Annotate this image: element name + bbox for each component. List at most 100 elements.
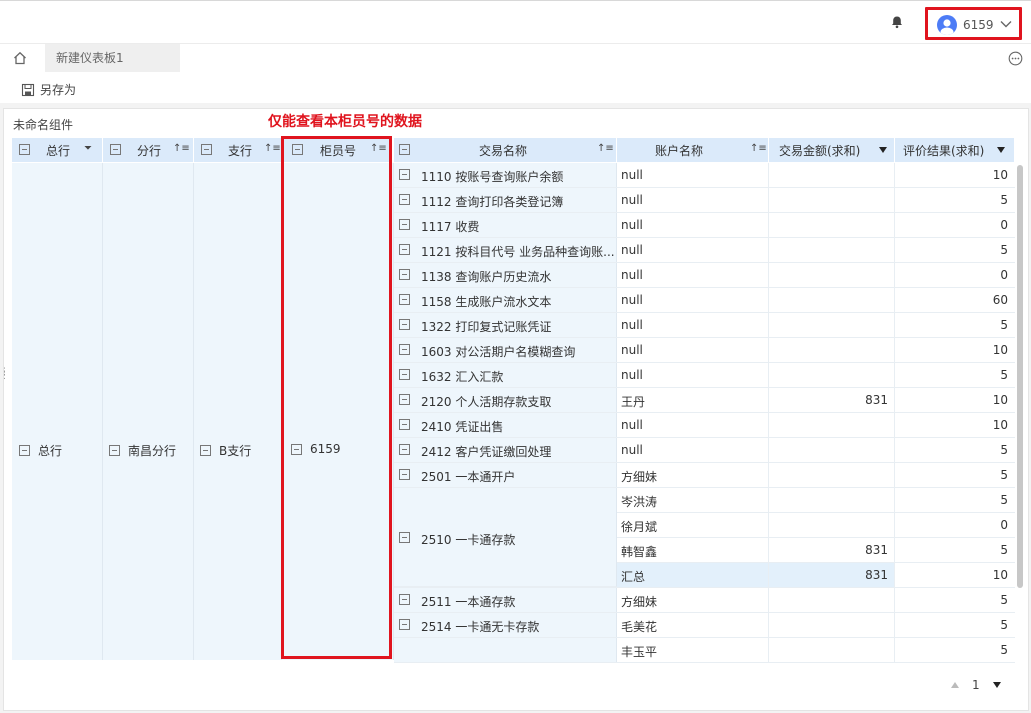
sort-icon[interactable]: ↑≡ (264, 143, 281, 154)
cell-amount[interactable] (769, 213, 895, 237)
cell-rating[interactable]: 10 (895, 413, 1015, 437)
table-row[interactable]: 1110 按账号查询账户余额 null 10 (394, 163, 1015, 188)
cell-rating[interactable]: 5 (895, 488, 1015, 512)
cell-rating[interactable]: 0 (895, 263, 1015, 287)
cell-rating[interactable]: 5 (895, 313, 1015, 337)
cell-transaction[interactable]: 2120 个人活期存款支取 (394, 388, 617, 412)
cell-account[interactable]: null (617, 438, 769, 462)
cell-rating[interactable]: 60 (895, 288, 1015, 312)
collapse-icon[interactable] (399, 294, 410, 305)
cell-transaction[interactable]: 2410 凭证出售 (394, 413, 617, 437)
cell-account[interactable]: null (617, 413, 769, 437)
tab-dashboard[interactable]: 新建仪表板1 (45, 44, 180, 72)
collapse-icon[interactable] (399, 244, 410, 255)
collapse-icon[interactable] (399, 319, 410, 330)
cell-rating[interactable]: 5 (895, 238, 1015, 262)
scrollbar-thumb[interactable] (1017, 165, 1023, 588)
cell-account[interactable]: 汇总 (617, 563, 769, 587)
cell-account[interactable]: null (617, 288, 769, 312)
drag-handle[interactable]: ⋮⋮ (0, 368, 9, 384)
header-transaction-name[interactable]: 交易名称 ↑≡ (394, 138, 617, 162)
table-row[interactable]: 丰玉平 5 (394, 638, 1015, 663)
header-account-name[interactable]: 账户名称 ↑≡ (617, 138, 769, 162)
cell-amount[interactable] (769, 638, 895, 662)
table-row[interactable]: 2514 一卡通无卡存款 毛美花 5 (394, 613, 1015, 638)
cell-amount[interactable] (769, 463, 895, 487)
table-row[interactable]: 2412 客户凭证缴回处理 null 5 (394, 438, 1015, 463)
table-row[interactable]: 2501 一本通开户 方细妹 5 (394, 463, 1015, 488)
table-row[interactable]: 1138 查询账户历史流水 null 0 (394, 263, 1015, 288)
cell-rating[interactable]: 5 (895, 538, 1015, 562)
cell-amount[interactable] (769, 588, 895, 612)
collapse-icon[interactable] (201, 144, 212, 155)
cell-account[interactable]: null (617, 188, 769, 212)
cell-amount[interactable] (769, 613, 895, 637)
cell-amount[interactable] (769, 313, 895, 337)
cell-amount[interactable] (769, 263, 895, 287)
cell-rating[interactable]: 10 (895, 163, 1015, 187)
sort-icon[interactable]: ↑≡ (173, 143, 190, 154)
collapse-icon[interactable] (109, 445, 120, 456)
cell-amount[interactable]: 831 (769, 538, 895, 562)
cell-rating[interactable]: 5 (895, 463, 1015, 487)
cell-transaction[interactable]: 1322 打印复式记账凭证 (394, 313, 617, 337)
cell-transaction[interactable]: 1121 按科目代号 业务品种查询账... (394, 238, 617, 262)
cell-transaction[interactable]: 2501 一本通开户 (394, 463, 617, 487)
cell-transaction[interactable]: 1110 按账号查询账户余额 (394, 163, 617, 187)
home-icon[interactable] (12, 50, 28, 66)
cell-transaction[interactable]: 1112 查询打印各类登记簿 (394, 188, 617, 212)
collapse-icon[interactable] (110, 144, 121, 155)
cell-amount[interactable]: 831 (769, 563, 895, 587)
more-icon[interactable] (1008, 51, 1023, 66)
table-row[interactable]: 1117 收费 null 0 (394, 213, 1015, 238)
cell-branch[interactable]: 南昌分行 (109, 442, 176, 459)
cell-transaction[interactable]: 1632 汇入汇款 (394, 363, 617, 387)
cell-amount[interactable] (769, 188, 895, 212)
dropdown-icon[interactable] (997, 147, 1005, 153)
user-menu[interactable]: 6159 (925, 7, 1022, 40)
cell-sub-branch[interactable]: B支行 (200, 442, 251, 459)
cell-rating[interactable]: 5 (895, 188, 1015, 212)
cell-transaction[interactable]: 2412 客户凭证缴回处理 (394, 438, 617, 462)
cell-amount[interactable] (769, 238, 895, 262)
collapse-icon[interactable] (399, 444, 410, 455)
collapse-icon[interactable] (399, 369, 410, 380)
cell-account[interactable]: 丰玉平 (617, 638, 769, 662)
collapse-icon[interactable] (399, 144, 410, 155)
cell-amount[interactable] (769, 163, 895, 187)
cell-transaction[interactable]: 1138 查询账户历史流水 (394, 263, 617, 287)
cell-rating[interactable]: 0 (895, 513, 1015, 537)
table-row[interactable]: 1158 生成账户流水文本 null 60 (394, 288, 1015, 313)
cell-account[interactable]: 王丹 (617, 388, 769, 412)
header-sub-branch[interactable]: 支行 ↑≡ (194, 138, 282, 162)
cell-amount[interactable] (769, 513, 895, 537)
cell-account[interactable]: 徐月斌 (617, 513, 769, 537)
cell-rating[interactable]: 5 (895, 363, 1015, 387)
sort-icon[interactable]: ↑≡ (597, 143, 614, 154)
collapse-icon[interactable] (399, 269, 410, 280)
cell-amount[interactable]: 831 (769, 388, 895, 412)
cell-rating[interactable]: 10 (895, 338, 1015, 362)
cell-head-office[interactable]: 总行 (19, 442, 62, 459)
collapse-icon[interactable] (399, 469, 410, 480)
cell-account[interactable]: 方细妹 (617, 463, 769, 487)
cell-account[interactable]: 毛美花 (617, 613, 769, 637)
page-down-icon[interactable] (992, 681, 1002, 689)
cell-amount[interactable] (769, 288, 895, 312)
cell-account[interactable]: 方细妹 (617, 588, 769, 612)
cell-rating[interactable]: 5 (895, 438, 1015, 462)
cell-transaction[interactable]: 1117 收费 (394, 213, 617, 237)
collapse-icon[interactable] (399, 344, 410, 355)
cell-transaction[interactable]: 2514 一卡通无卡存款 (394, 613, 617, 637)
cell-amount[interactable] (769, 363, 895, 387)
cell-account[interactable]: null (617, 238, 769, 262)
cell-rating[interactable]: 10 (895, 388, 1015, 412)
cell-amount[interactable] (769, 438, 895, 462)
cell-rating[interactable]: 5 (895, 588, 1015, 612)
table-row[interactable]: 2120 个人活期存款支取 王丹 831 10 (394, 388, 1015, 413)
header-rating-sum[interactable]: 评价结果(求和) (895, 138, 1015, 162)
table-row[interactable]: 1121 按科目代号 业务品种查询账... null 5 (394, 238, 1015, 263)
dropdown-icon[interactable] (879, 147, 887, 153)
cell-rating[interactable]: 5 (895, 613, 1015, 637)
table-row[interactable]: 1322 打印复式记账凭证 null 5 (394, 313, 1015, 338)
